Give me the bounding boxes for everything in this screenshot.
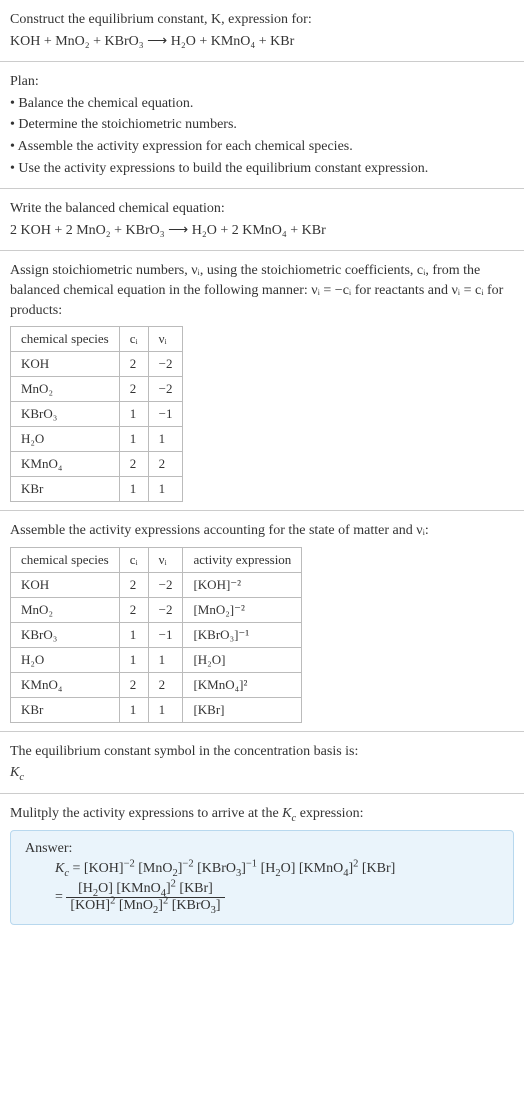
cell: 1 xyxy=(119,622,148,647)
cell: H₂O xyxy=(11,427,120,452)
table-row: MnO₂2−2[MnO₂]⁻² xyxy=(11,597,302,622)
cell: −1 xyxy=(148,402,183,427)
cell: 2 xyxy=(119,572,148,597)
table-row: H₂O11 xyxy=(11,427,183,452)
cell: 1 xyxy=(119,697,148,722)
cell: KOH xyxy=(11,572,120,597)
cell: 1 xyxy=(148,427,183,452)
symbol-section: The equilibrium constant symbol in the c… xyxy=(0,732,524,794)
cell: KBrO₃ xyxy=(11,402,120,427)
stoich-section: Assign stoichiometric numbers, νᵢ, using… xyxy=(0,251,524,511)
table-row: MnO₂2−2 xyxy=(11,377,183,402)
cell: 2 xyxy=(119,672,148,697)
cell: KMnO₄ xyxy=(11,672,120,697)
prompt-line-2: KOH + MnO₂ + KBrO₃ ⟶ H₂O + KMnO₄ + KBr xyxy=(10,32,514,52)
cell: KBrO₃ xyxy=(11,622,120,647)
cell: −2 xyxy=(148,352,183,377)
activity-table: chemical species cᵢ νᵢ activity expressi… xyxy=(10,547,302,723)
cell: 1 xyxy=(148,697,183,722)
table-row: KBr11[KBr] xyxy=(11,697,302,722)
plan-step: • Assemble the activity expression for e… xyxy=(10,137,514,157)
cell: 1 xyxy=(119,427,148,452)
fraction-denominator: [KOH]2 [MnO2]2 [KBrO3] xyxy=(66,898,224,914)
cell: 1 xyxy=(148,477,183,502)
cell: KOH xyxy=(11,352,120,377)
col-activity: activity expression xyxy=(183,547,302,572)
cell: [MnO₂]⁻² xyxy=(183,597,302,622)
cell: [H₂O] xyxy=(183,647,302,672)
cell: [KOH]⁻² xyxy=(183,572,302,597)
table-row: KMnO₄22 xyxy=(11,452,183,477)
answer-eq-line2: = [H2O] [KMnO4]2 [KBr] [KOH]2 [MnO2]2 [K… xyxy=(55,881,499,914)
cell: [KBr] xyxy=(183,697,302,722)
cell: 2 xyxy=(148,672,183,697)
cell: 1 xyxy=(148,647,183,672)
table-header-row: chemical species cᵢ νᵢ activity expressi… xyxy=(11,547,302,572)
cell: 2 xyxy=(119,597,148,622)
table-row: KBr11 xyxy=(11,477,183,502)
stoich-table: chemical species cᵢ νᵢ KOH2−2 MnO₂2−2 KB… xyxy=(10,326,183,502)
text: KOH + MnO₂ + KBrO₃ ⟶ H₂O + KMnO₄ + KBr xyxy=(10,34,294,49)
cell: KBr xyxy=(11,697,120,722)
multiply-section: Mulitply the activity expressions to arr… xyxy=(0,794,524,933)
col-species: chemical species xyxy=(11,327,120,352)
plan-section: Plan: • Balance the chemical equation. •… xyxy=(0,62,524,189)
cell: 1 xyxy=(119,647,148,672)
col-vi: νᵢ xyxy=(148,327,183,352)
fraction: [H2O] [KMnO4]2 [KBr] [KOH]2 [MnO2]2 [KBr… xyxy=(66,881,224,914)
answer-label: Answer: xyxy=(25,841,499,857)
table-row: KBrO₃1−1[KBrO₃]⁻¹ xyxy=(11,622,302,647)
symbol: Kc xyxy=(10,763,514,783)
table-row: KBrO₃1−1 xyxy=(11,402,183,427)
cell: [KBrO₃]⁻¹ xyxy=(183,622,302,647)
col-vi: νᵢ xyxy=(148,547,183,572)
cell: KBr xyxy=(11,477,120,502)
text: Construct the equilibrium constant, K, e… xyxy=(10,12,312,27)
cell: 2 xyxy=(119,377,148,402)
answer-eq-line1: Kc = [KOH]−2 [MnO2]−2 [KBrO3]−1 [H2O] [K… xyxy=(55,861,499,877)
cell: 1 xyxy=(119,477,148,502)
answer-box: Answer: Kc = [KOH]−2 [MnO2]−2 [KBrO3]−1 … xyxy=(10,830,514,925)
fraction-numerator: [H2O] [KMnO4]2 [KBr] xyxy=(66,881,224,898)
plan-title: Plan: xyxy=(10,72,514,92)
col-species: chemical species xyxy=(11,547,120,572)
equals-sign: = xyxy=(55,889,63,904)
cell: −2 xyxy=(148,597,183,622)
symbol-intro: The equilibrium constant symbol in the c… xyxy=(10,742,514,762)
cell: 2 xyxy=(148,452,183,477)
table-row: KMnO₄22[KMnO₄]² xyxy=(11,672,302,697)
multiply-intro: Mulitply the activity expressions to arr… xyxy=(10,804,514,824)
table-header-row: chemical species cᵢ νᵢ xyxy=(11,327,183,352)
cell: 2 xyxy=(119,352,148,377)
cell: −2 xyxy=(148,377,183,402)
table-row: H₂O11[H₂O] xyxy=(11,647,302,672)
cell: −2 xyxy=(148,572,183,597)
balanced-eq: 2 KOH + 2 MnO₂ + KBrO₃ ⟶ H₂O + 2 KMnO₄ +… xyxy=(10,221,514,241)
balanced-eq-label: Write the balanced chemical equation: xyxy=(10,199,514,219)
prompt-section: Construct the equilibrium constant, K, e… xyxy=(0,0,524,62)
activity-section: Assemble the activity expressions accoun… xyxy=(0,511,524,732)
prompt-line-1: Construct the equilibrium constant, K, e… xyxy=(10,10,514,30)
cell: KMnO₄ xyxy=(11,452,120,477)
plan-step: • Balance the chemical equation. xyxy=(10,94,514,114)
cell: 1 xyxy=(119,402,148,427)
plan-step: • Use the activity expressions to build … xyxy=(10,159,514,179)
stoich-intro: Assign stoichiometric numbers, νᵢ, using… xyxy=(10,261,514,320)
cell: 2 xyxy=(119,452,148,477)
col-ci: cᵢ xyxy=(119,327,148,352)
cell: −1 xyxy=(148,622,183,647)
plan-step: • Determine the stoichiometric numbers. xyxy=(10,115,514,135)
cell: MnO₂ xyxy=(11,597,120,622)
table-row: KOH2−2[KOH]⁻² xyxy=(11,572,302,597)
col-ci: cᵢ xyxy=(119,547,148,572)
table-row: KOH2−2 xyxy=(11,352,183,377)
cell: MnO₂ xyxy=(11,377,120,402)
balanced-eq-section: Write the balanced chemical equation: 2 … xyxy=(0,189,524,251)
cell: H₂O xyxy=(11,647,120,672)
activity-intro: Assemble the activity expressions accoun… xyxy=(10,521,514,541)
cell: [KMnO₄]² xyxy=(183,672,302,697)
